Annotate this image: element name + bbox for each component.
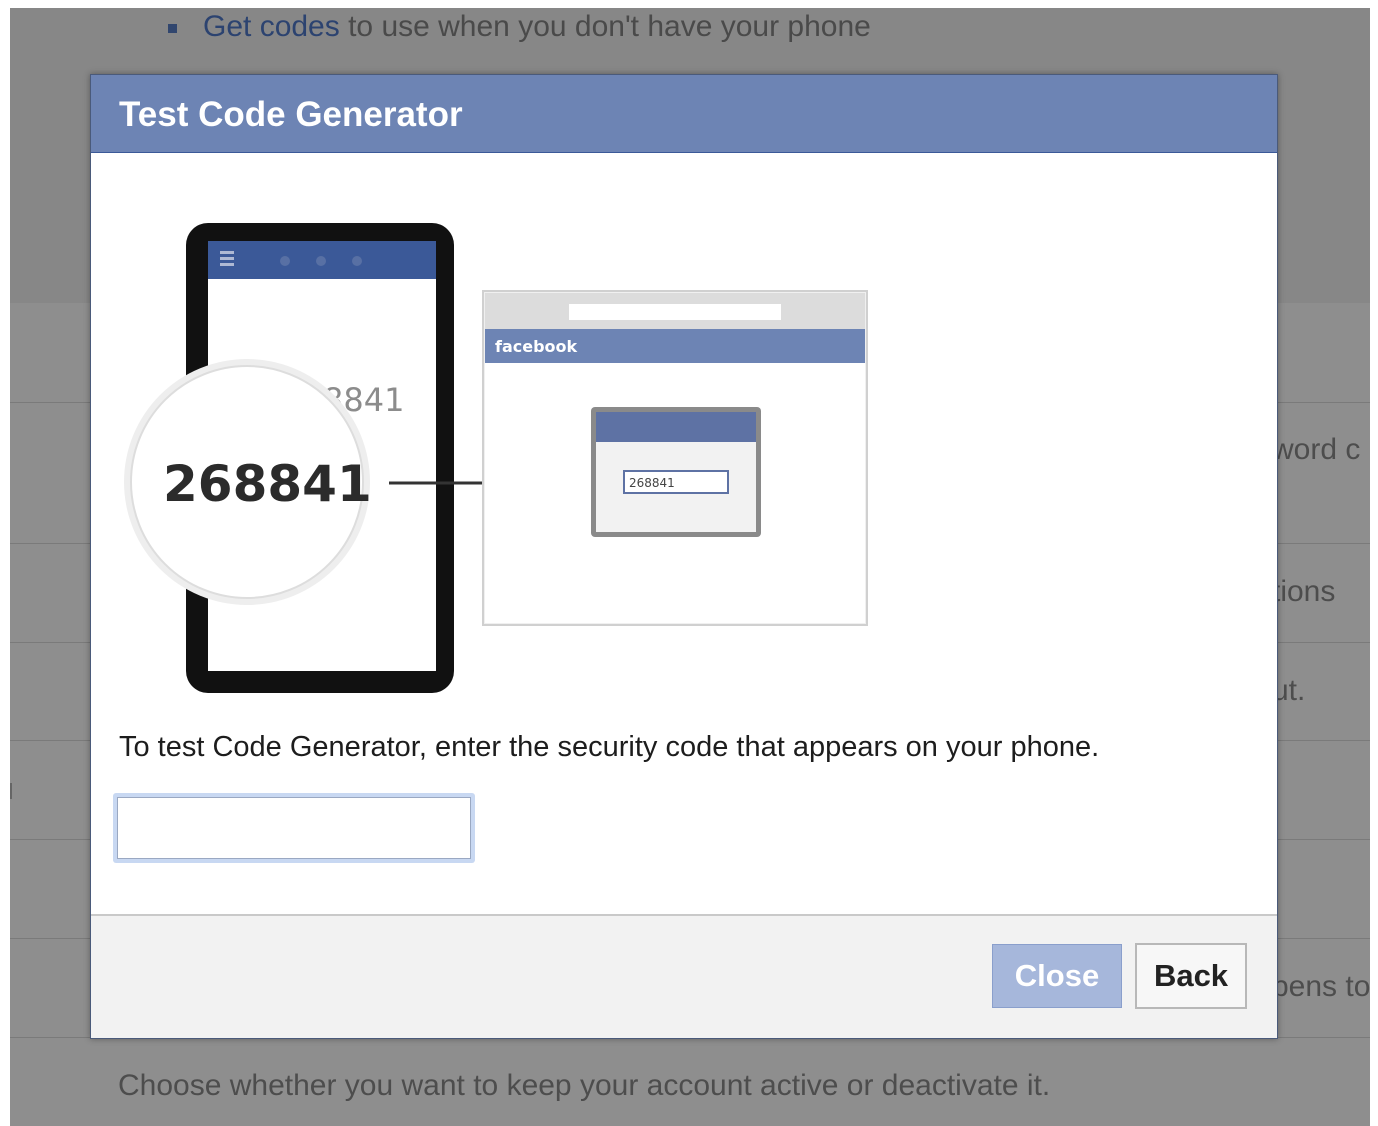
background-fragment-happens: pens to [1272, 970, 1370, 1003]
background-deactivate-text: Choose whether you want to keep your acc… [118, 1069, 1051, 1102]
close-button[interactable]: Close [992, 944, 1122, 1008]
browser-entered-code-text: 268841 [629, 476, 675, 490]
code-input-wrapper [113, 793, 475, 863]
magnifier-illustration: 268841 [124, 359, 372, 605]
security-code-input[interactable] [117, 797, 471, 859]
dialog-title: Test Code Generator [119, 95, 463, 134]
instruction-text: To test Code Generator, enter the securi… [119, 731, 1100, 763]
row-edge-marker [10, 783, 12, 799]
bullet-icon [168, 24, 177, 33]
get-codes-description: to use when you don't have your phone [339, 10, 871, 43]
get-codes-link[interactable]: Get codes [203, 10, 340, 43]
dialog-footer: Close Back [91, 914, 1277, 1038]
browser-illustration: facebook 268841 [482, 290, 868, 626]
magnified-code-text: 268841 [163, 455, 372, 513]
background-fragment-notifications: tions [1272, 575, 1336, 608]
dialog-header: Test Code Generator [91, 75, 1277, 153]
background-fragment-password: word c [1272, 433, 1361, 466]
browser-brand-text: facebook [495, 337, 578, 356]
background-first-line: Get codes to use when you don't have you… [203, 10, 871, 44]
code-generator-dialog: Test Code Generator 8841 268841 facebook… [90, 74, 1278, 1039]
back-button[interactable]: Back [1135, 943, 1247, 1009]
code-generator-illustration: 8841 268841 facebook 268841 [124, 223, 868, 693]
